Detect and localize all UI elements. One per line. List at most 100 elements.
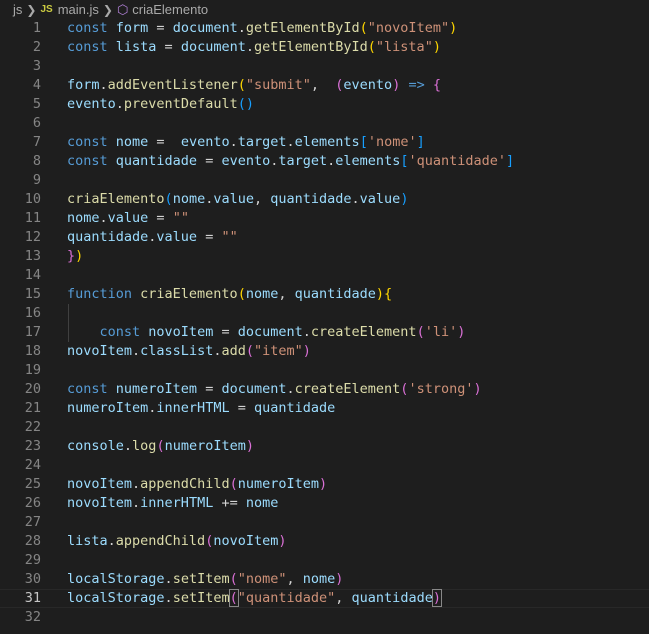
code-token: value <box>156 229 198 245</box>
breadcrumb-folder[interactable]: js <box>13 2 22 17</box>
code-line[interactable]: 11 nome.value = "" <box>0 209 649 228</box>
code-line[interactable]: 2 const lista = document.getElementById("… <box>0 38 649 57</box>
code-line[interactable]: 17 const novoItem = document.createEleme… <box>0 323 649 342</box>
code-text: quantidade.value = "" <box>67 228 238 247</box>
code-line[interactable]: 26 novoItem.innerHTML += nome <box>0 494 649 513</box>
code-token: function <box>67 286 141 302</box>
code-token: criaElemento <box>67 191 165 207</box>
code-token: { <box>384 286 393 302</box>
code-text: const quantidade = evento.target.element… <box>67 152 514 171</box>
code-token: createElement <box>310 324 417 340</box>
code-line[interactable]: 8 const quantidade = evento.target.elemen… <box>0 152 649 171</box>
code-line[interactable]: 21 numeroItem.innerHTML = quantidade <box>0 399 649 418</box>
code-line[interactable]: 3 <box>0 57 649 76</box>
code-token: document <box>180 39 246 55</box>
code-text: const lista = document.getElementById("l… <box>67 38 441 57</box>
code-line[interactable]: 27 <box>0 513 649 532</box>
code-token: const <box>67 20 116 36</box>
code-text: novoItem.classList.add("item") <box>67 342 311 361</box>
code-line[interactable]: 15 function criaElemento(nome, quantidade… <box>0 285 649 304</box>
code-token: [ <box>359 134 368 150</box>
symbol-method-icon: ⬡ <box>116 1 129 17</box>
code-token: . <box>99 210 108 226</box>
code-token: novoItem <box>67 476 133 492</box>
code-text: lista.appendChild(novoItem) <box>67 532 287 551</box>
code-line[interactable]: 4 form.addEventListener("submit", (evento… <box>0 76 649 95</box>
code-token: = <box>197 381 222 397</box>
indent-guide <box>68 323 69 342</box>
indent-guide <box>68 304 69 323</box>
line-number: 13 <box>24 248 41 264</box>
code-token: ] <box>416 134 425 150</box>
breadcrumb-symbol[interactable]: criaElemento <box>132 2 208 17</box>
code-text: }) <box>67 247 83 266</box>
code-token: value <box>359 191 401 207</box>
line-number: 8 <box>32 153 41 169</box>
code-line[interactable]: 13}) <box>0 247 649 266</box>
code-token: classList <box>140 343 214 359</box>
code-line[interactable]: 19 <box>0 361 649 380</box>
code-token: "lista" <box>375 39 433 55</box>
code-editor[interactable]: 1 const form = document.getElementById("n… <box>0 19 649 627</box>
code-token: ) <box>449 20 458 36</box>
code-token: => <box>408 77 425 93</box>
code-line[interactable]: 14 <box>0 266 649 285</box>
code-token: ( <box>229 476 238 492</box>
code-token: elements <box>294 134 360 150</box>
code-line[interactable]: 7 const nome = evento.target.elements['no… <box>0 133 649 152</box>
code-token: innerHTML <box>140 495 214 511</box>
code-line[interactable]: 32 <box>0 608 649 627</box>
code-token: novoItem <box>67 495 133 511</box>
code-token: document <box>237 324 303 340</box>
code-line[interactable]: 31 localStorage.setItem("quantidade", qua… <box>0 589 649 608</box>
code-line[interactable]: 10 criaElemento(nome.value, quantidade.va… <box>0 190 649 209</box>
code-token: "submit" <box>245 77 311 93</box>
code-line[interactable]: 9 <box>0 171 649 190</box>
code-text: function criaElemento(nome, quantidade){ <box>67 285 392 304</box>
chevron-right-icon: ❯ <box>102 2 113 17</box>
code-line[interactable]: 25 novoItem.appendChild(numeroItem) <box>0 475 649 494</box>
code-token: setItem <box>172 571 230 587</box>
code-line[interactable]: 22 <box>0 418 649 437</box>
code-token: ( <box>229 571 238 587</box>
code-token: ( <box>367 39 376 55</box>
code-text: novoItem.appendChild(numeroItem) <box>67 475 327 494</box>
line-number: 25 <box>24 476 41 492</box>
code-line[interactable]: 24 <box>0 456 649 475</box>
code-line[interactable]: 20 const numeroItem = document.createElem… <box>0 380 649 399</box>
chevron-right-icon: ❯ <box>26 2 37 17</box>
line-number: 19 <box>24 362 41 378</box>
code-text: novoItem.innerHTML += nome <box>67 494 278 513</box>
code-line[interactable]: 6 <box>0 114 649 133</box>
code-line[interactable]: 1 const form = document.getElementById("n… <box>0 19 649 38</box>
code-token: , <box>278 286 295 302</box>
line-number: 29 <box>24 552 41 568</box>
code-token: = <box>229 400 254 416</box>
code-text: console.log(numeroItem) <box>67 437 254 456</box>
code-line[interactable]: 30 localStorage.setItem("nome", nome) <box>0 570 649 589</box>
code-token: addEventListener <box>107 77 238 93</box>
code-line[interactable]: 29 <box>0 551 649 570</box>
code-line[interactable]: 16 <box>0 304 649 323</box>
code-token: ) <box>457 324 466 340</box>
code-token: quantidade <box>253 400 336 416</box>
code-line[interactable]: 5 evento.preventDefault() <box>0 95 649 114</box>
code-line[interactable]: 18 novoItem.classList.add("item") <box>0 342 649 361</box>
code-token: innerHTML <box>156 400 230 416</box>
code-line[interactable]: 28 lista.appendChild(novoItem) <box>0 532 649 551</box>
code-token: numeroItem <box>67 400 149 416</box>
code-text: const form = document.getElementById("no… <box>67 19 457 38</box>
code-line[interactable]: 23 console.log(numeroItem) <box>0 437 649 456</box>
code-token: numeroItem <box>164 438 246 454</box>
code-token: nome <box>245 286 279 302</box>
code-line[interactable]: 12 quantidade.value = "" <box>0 228 649 247</box>
breadcrumb-file[interactable]: main.js <box>58 2 99 17</box>
line-number: 5 <box>32 96 41 112</box>
code-token: . <box>123 438 133 454</box>
code-token: . <box>237 20 246 36</box>
code-token: ) <box>473 381 482 397</box>
code-token: . <box>229 134 238 150</box>
code-token: const <box>67 153 116 169</box>
code-token: const <box>67 381 116 397</box>
